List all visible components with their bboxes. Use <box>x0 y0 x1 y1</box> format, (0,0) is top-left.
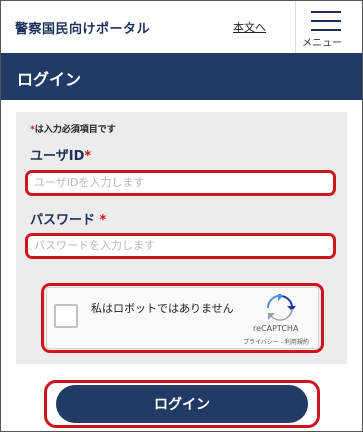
menu-button[interactable]: メニュー <box>295 1 353 53</box>
recaptcha-widget: 私はロボットではありません reCAPTCHA プライバシー - 利用規約 <box>46 287 319 349</box>
skip-to-content-link[interactable]: 本文へ <box>233 19 266 35</box>
site-title[interactable]: 警察国民向けポータル <box>15 18 150 37</box>
hamburger-icon-bar <box>311 29 341 31</box>
required-marker: * <box>95 213 107 228</box>
hamburger-icon-bar <box>311 20 341 22</box>
page-title-bar: ログイン <box>1 53 362 100</box>
password-label: パスワード * <box>30 209 106 228</box>
recaptcha-checkbox[interactable] <box>54 304 78 328</box>
hamburger-icon <box>311 11 341 13</box>
password-label-text: パスワード <box>30 213 96 228</box>
required-marker: * <box>84 149 92 164</box>
recaptcha-brand: reCAPTCHA <box>253 324 299 333</box>
password-input[interactable]: パスワードを入力します <box>25 233 336 259</box>
menu-label: メニュー <box>302 38 342 49</box>
login-button[interactable]: ログイン <box>56 385 308 423</box>
page-title: ログイン <box>17 70 82 89</box>
recaptcha-label: 私はロボットではありません <box>91 302 234 315</box>
user-id-input[interactable]: ユーザIDを入力します <box>25 170 336 196</box>
recaptcha-logo-icon <box>266 294 296 321</box>
recaptcha-privacy-terms-links[interactable]: プライバシー - 利用規約 <box>243 337 309 346</box>
site-header: 警察国民向けポータル 本文へ メニュー <box>1 1 362 53</box>
required-note-text: は入力必須項目です <box>34 125 116 135</box>
user-id-label-text: ユーザID <box>30 149 85 164</box>
user-id-label: ユーザID* <box>30 145 91 164</box>
required-note: *は入力必須項目です <box>30 122 116 135</box>
